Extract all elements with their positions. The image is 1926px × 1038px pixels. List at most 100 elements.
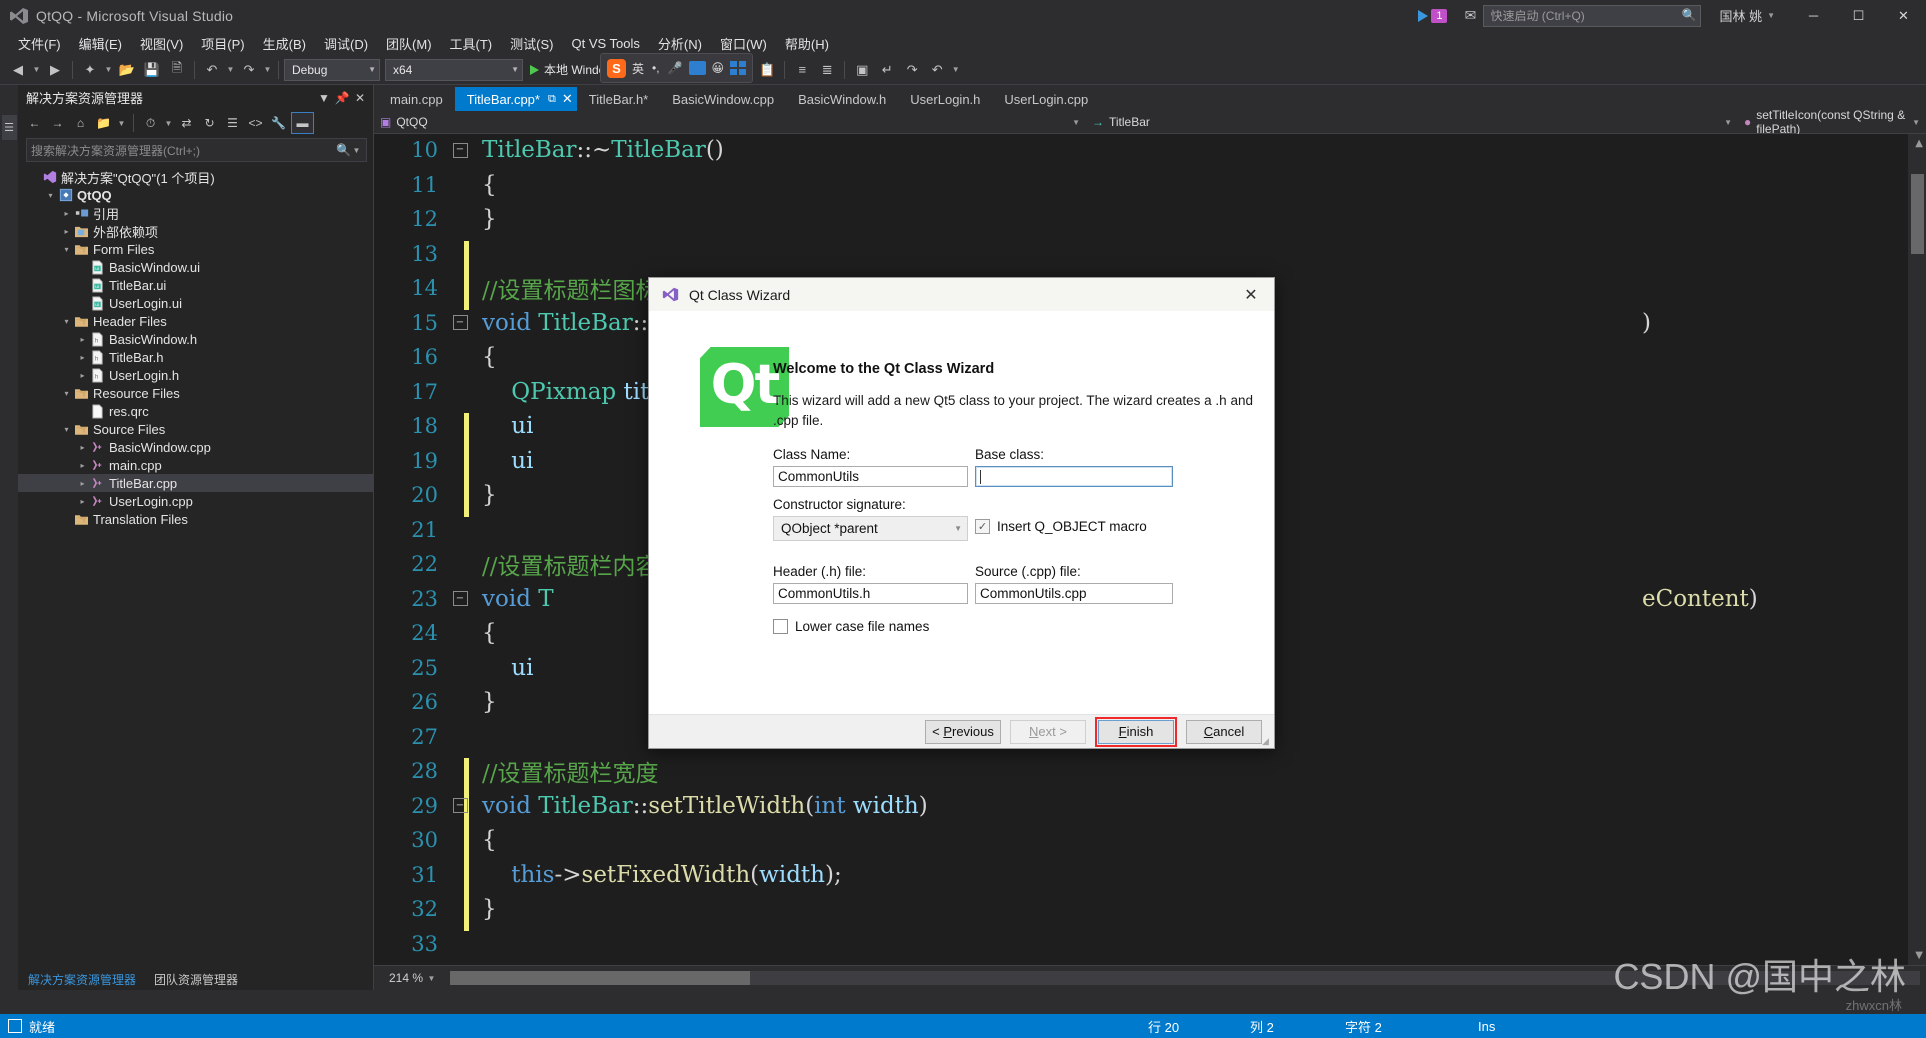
toolbox-vertical-tab[interactable]: ☰ (1, 115, 17, 140)
chevron-down-icon[interactable]: ▾ (60, 389, 73, 398)
class-name-input[interactable]: CommonUtils (773, 466, 968, 487)
punctuation-icon[interactable]: •, (650, 61, 662, 75)
chevron-down-icon[interactable]: ▼ (315, 89, 333, 107)
insert-qobject-macro-checkbox[interactable]: ✓ Insert Q_OBJECT macro (975, 519, 1147, 534)
dialog-close-button[interactable]: ✕ (1230, 279, 1272, 311)
chevron-right-icon[interactable]: ▸ (76, 353, 89, 362)
code-line[interactable]: 29− void TitleBar::setTitleWidth(int widt… (374, 792, 1926, 820)
tree-item-translation-files[interactable]: Translation Files (18, 510, 373, 528)
tree-item--[interactable]: ▸ 外部依赖项 (18, 222, 373, 240)
tree-item-source-files[interactable]: ▾ Source Files (18, 420, 373, 438)
account-name[interactable]: 国林 姚 ▼ (1719, 6, 1775, 25)
tree-item--[interactable]: ▸ 引用 (18, 204, 373, 222)
navbar-project-dropdown[interactable]: ▣ QtQQ ▼ (374, 112, 1086, 132)
copy-icon[interactable]: 📋 (755, 58, 779, 81)
header-file-input[interactable]: CommonUtils.h (773, 583, 968, 604)
menu-test[interactable]: 测试(S) (501, 32, 562, 55)
indent-icon[interactable]: ≡ (790, 58, 814, 81)
editor-tab-titlebar.cpp-[interactable]: TitleBar.cpp* ⧉ ✕ (454, 87, 577, 111)
menu-edit[interactable]: 编辑(E) (70, 32, 131, 55)
menu-view[interactable]: 视图(V) (131, 32, 192, 55)
chevron-right-icon[interactable]: ▸ (76, 497, 89, 506)
new-folder-icon[interactable]: 📁 (93, 113, 114, 133)
quick-launch-input[interactable]: 快速启动 (Ctrl+Q) 🔍 (1483, 4, 1702, 27)
search-icon[interactable]: 🔍 (1682, 8, 1697, 22)
solution-platform-combo[interactable]: x64 ▼ (385, 58, 523, 81)
cancel-button[interactable]: Cancel (1186, 719, 1262, 744)
fold-collapse-icon[interactable]: − (452, 315, 468, 330)
solution-explorer-search[interactable]: 搜索解决方案资源管理器(Ctrl+;) 🔍 ▼ (26, 138, 367, 162)
tree-item-resource-files[interactable]: ▾ Resource Files (18, 384, 373, 402)
finish-button[interactable]: Finish (1098, 719, 1174, 744)
tree-item-header-files[interactable]: ▾ Header Files (18, 312, 373, 330)
code-line[interactable]: 32} (374, 895, 1926, 923)
save-all-icon[interactable]: 🗎 (165, 58, 189, 81)
horizontal-scrollbar-thumb[interactable] (450, 971, 750, 985)
code-line[interactable]: 12} (374, 205, 1926, 233)
menu-project[interactable]: 项目(P) (192, 32, 253, 55)
tree-item-main.cpp[interactable]: ▸ main.cpp (18, 456, 373, 474)
tree-item-form-files[interactable]: ▾ Form Files (18, 240, 373, 258)
sync-icon[interactable]: ⇄ (176, 113, 197, 133)
chevron-right-icon[interactable]: ▸ (76, 479, 89, 488)
send-feedback-icon[interactable]: ✉ (1457, 3, 1483, 29)
menu-qt-vs-tools[interactable]: Qt VS Tools (562, 34, 648, 53)
tree-item-titlebar.cpp[interactable]: ▸ TitleBar.cpp (18, 474, 373, 492)
breakpoint-icon[interactable]: ▣ (850, 58, 874, 81)
close-button[interactable]: ✕ (1881, 0, 1926, 31)
tree-item-userlogin.h[interactable]: ▸ h UserLogin.h (18, 366, 373, 384)
step-out-icon[interactable]: ↶ (925, 58, 949, 81)
tree-item-userlogin.ui[interactable]: ui UserLogin.ui (18, 294, 373, 312)
open-file-icon[interactable]: 📂 (115, 58, 139, 81)
chevron-right-icon[interactable]: ▸ (76, 461, 89, 470)
home-icon[interactable]: ⌂ (70, 113, 91, 133)
chevron-down-icon[interactable]: ▾ (60, 425, 73, 434)
tree-item-titlebar.ui[interactable]: ui TitleBar.ui (18, 276, 373, 294)
code-line[interactable]: 13 (374, 240, 1926, 268)
ime-mode-label[interactable]: 英 (630, 60, 646, 77)
new-item-icon[interactable]: ✦ (78, 58, 102, 81)
base-class-input[interactable] (975, 466, 1173, 487)
chevron-down-icon[interactable]: ▼ (950, 65, 961, 74)
redo-icon[interactable]: ↷ (237, 58, 261, 81)
editor-tab-basicwindow.cpp[interactable]: BasicWindow.cpp (660, 87, 786, 111)
menu-file[interactable]: 文件(F) (9, 32, 70, 55)
comment-icon[interactable]: ≣ (815, 58, 839, 81)
code-line[interactable]: 30 { (374, 826, 1926, 854)
chevron-down-icon[interactable]: ▼ (31, 65, 42, 74)
close-tab-icon[interactable]: ✕ (562, 91, 573, 107)
chevron-down-icon[interactable]: ▼ (103, 65, 114, 74)
chevron-down-icon[interactable]: ▾ (60, 317, 73, 326)
undo-icon[interactable]: ↶ (200, 58, 224, 81)
preview-selected-items-icon[interactable]: ▬ (291, 112, 314, 134)
tree-item--qtqq-1-[interactable]: 解决方案"QtQQ"(1 个项目) (18, 168, 373, 186)
tree-item-res.qrc[interactable]: res.qrc (18, 402, 373, 420)
editor-tab-userlogin.cpp[interactable]: UserLogin.cpp (992, 87, 1100, 111)
chevron-down-icon[interactable]: ▼ (225, 65, 236, 74)
menu-debug[interactable]: 调试(D) (315, 32, 377, 55)
fold-collapse-icon[interactable]: − (452, 798, 468, 813)
code-line[interactable]: 11 { (374, 171, 1926, 199)
properties-icon[interactable]: 🔧 (268, 113, 289, 133)
tree-item-basicwindow.ui[interactable]: ui BasicWindow.ui (18, 258, 373, 276)
resize-grip-icon[interactable]: ◢ (1262, 736, 1272, 746)
chevron-down-icon[interactable]: ▾ (60, 245, 73, 254)
close-icon[interactable]: ✕ (351, 89, 369, 107)
code-line[interactable]: 28 //设置标题栏宽度 (374, 757, 1926, 787)
editor-tab-main.cpp[interactable]: main.cpp (378, 87, 455, 111)
minimize-button[interactable]: ─ (1791, 0, 1836, 31)
emoji-icon[interactable]: 😀 (710, 61, 727, 75)
back-icon[interactable]: ← (24, 113, 45, 133)
sogou-ime-bar[interactable]: S 英 •, 🎤 😀 (600, 53, 754, 83)
pin-tab-icon[interactable]: ⧉ (548, 93, 556, 106)
editor-tab-userlogin.h[interactable]: UserLogin.h (898, 87, 992, 111)
chevron-right-icon[interactable]: ▸ (76, 371, 89, 380)
navigate-forward-icon[interactable]: ▶ (43, 58, 67, 81)
save-icon[interactable]: 💾 (140, 58, 164, 81)
chevron-down-icon[interactable]: ▼ (163, 119, 174, 128)
maximize-button[interactable]: ☐ (1836, 0, 1881, 31)
chevron-down-icon[interactable]: ▾ (44, 191, 57, 200)
chevron-right-icon[interactable]: ▸ (76, 335, 89, 344)
previous-button[interactable]: < Previous (925, 719, 1001, 744)
navbar-member-dropdown[interactable]: ● setTitleIcon(const QString & filePath)… (1738, 108, 1926, 136)
